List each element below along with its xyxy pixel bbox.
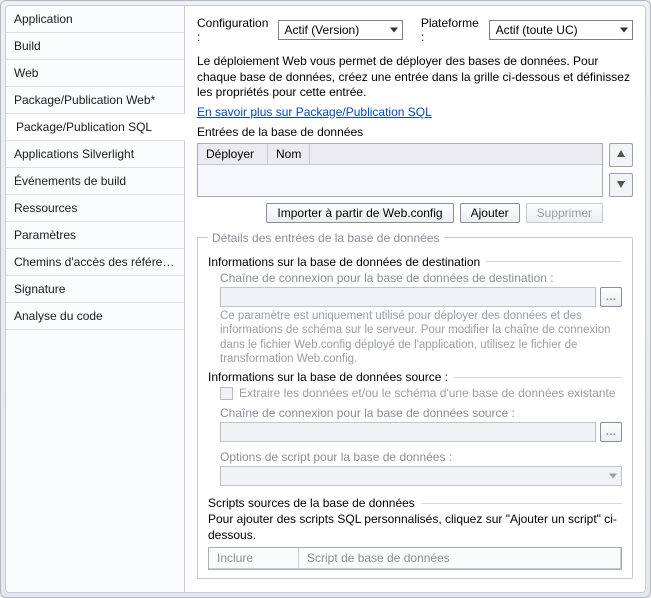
- details-legend: Détails des entrées de la base de donnée…: [208, 231, 444, 245]
- sidebar-item-settings[interactable]: Paramètres: [6, 222, 184, 249]
- dest-conn-hint: Ce paramètre est uniquement utilisé pour…: [220, 309, 622, 367]
- sidebar-nav: Application Build Web Package/Publicatio…: [5, 5, 185, 593]
- dest-heading: Informations sur la base de données de d…: [208, 255, 480, 269]
- move-up-button[interactable]: [609, 143, 633, 167]
- db-entries-label: Entrées de la base de données: [197, 125, 633, 139]
- content-panel: Configuration : Actif (Version) Platefor…: [185, 5, 646, 593]
- chevron-down-icon: [620, 28, 628, 33]
- sidebar-item-label: Build: [14, 39, 41, 53]
- move-down-button[interactable]: [609, 173, 633, 197]
- sidebar-item-label: Chemins d'accès des références: [14, 255, 184, 269]
- sidebar-item-label: Web: [14, 66, 38, 80]
- dest-conn-browse-button[interactable]: …: [600, 287, 622, 307]
- sidebar-item-label: Applications Silverlight: [14, 147, 134, 161]
- col-name: Nom: [268, 144, 310, 164]
- src-conn-browse-button[interactable]: …: [600, 422, 622, 442]
- configuration-label: Configuration :: [197, 16, 272, 44]
- divider: [486, 261, 622, 262]
- scripts-desc: Pour ajouter des scripts SQL personnalis…: [208, 512, 622, 543]
- src-conn-label: Chaîne de connexion pour la base de donn…: [220, 406, 622, 420]
- learn-more-link[interactable]: En savoir plus sur Package/Publication S…: [197, 105, 633, 119]
- extract-checkbox[interactable]: [220, 387, 233, 400]
- sidebar-item-label: Package/Publication Web*: [14, 93, 155, 107]
- src-heading: Informations sur la base de données sour…: [208, 370, 448, 384]
- platform-value: Actif (toute UC): [496, 23, 578, 37]
- scripts-grid[interactable]: Inclure Script de base de données: [208, 547, 622, 570]
- sidebar-item-application[interactable]: Application: [6, 6, 184, 33]
- sidebar-item-code-analysis[interactable]: Analyse du code: [6, 303, 184, 330]
- import-button[interactable]: Importer à partir de Web.config: [266, 203, 453, 223]
- src-conn-input[interactable]: [220, 422, 596, 442]
- src-options-label: Options de script pour la base de donnée…: [220, 450, 622, 464]
- platform-dropdown[interactable]: Actif (toute UC): [489, 20, 633, 40]
- sidebar-item-label: Signature: [14, 282, 65, 296]
- sidebar-item-package-sql[interactable]: Package/Publication SQL: [6, 114, 185, 141]
- script-options-dropdown[interactable]: [220, 466, 622, 486]
- dest-conn-label: Chaîne de connexion pour la base de donn…: [220, 271, 622, 285]
- divider: [454, 377, 622, 378]
- sidebar-item-label: Ressources: [14, 201, 77, 215]
- chevron-down-icon: [609, 474, 617, 479]
- col-deploy: Déployer: [198, 144, 268, 164]
- sidebar-item-signing[interactable]: Signature: [6, 276, 184, 303]
- ellipsis-icon: …: [606, 426, 617, 438]
- sidebar-item-silverlight[interactable]: Applications Silverlight: [6, 141, 184, 168]
- col-include: Inclure: [209, 548, 299, 569]
- intro-text: Le déploiement Web vous permet de déploy…: [197, 54, 633, 101]
- sidebar-item-label: Analyse du code: [14, 309, 103, 323]
- col-script: Script de base de données: [299, 548, 621, 569]
- configuration-value: Actif (Version): [285, 23, 360, 37]
- ellipsis-icon: …: [606, 291, 617, 303]
- details-fieldset: Détails des entrées de la base de donnée…: [197, 231, 633, 580]
- sidebar-item-build-events[interactable]: Événements de build: [6, 168, 184, 195]
- db-entries-grid[interactable]: Déployer Nom: [197, 143, 603, 197]
- chevron-down-icon: [390, 28, 398, 33]
- scripts-heading: Scripts sources de la base de données: [208, 496, 415, 510]
- sidebar-item-package-web[interactable]: Package/Publication Web*: [6, 87, 184, 114]
- divider: [421, 503, 622, 504]
- sidebar-item-label: Événements de build: [14, 174, 126, 188]
- arrow-down-icon: [616, 178, 626, 192]
- add-button[interactable]: Ajouter: [460, 203, 520, 223]
- sidebar-item-build[interactable]: Build: [6, 33, 184, 60]
- remove-button[interactable]: Supprimer: [526, 203, 603, 223]
- dest-conn-input[interactable]: [220, 287, 596, 307]
- platform-label: Plateforme :: [421, 16, 483, 44]
- sidebar-item-label: Paramètres: [14, 228, 76, 242]
- arrow-up-icon: [616, 148, 626, 162]
- extract-label: Extraire les données et/ou le schéma d'u…: [239, 386, 616, 400]
- sidebar-item-label: Package/Publication SQL: [16, 120, 152, 134]
- sidebar-item-label: Application: [14, 12, 73, 26]
- sidebar-item-resources[interactable]: Ressources: [6, 195, 184, 222]
- sidebar-item-web[interactable]: Web: [6, 60, 184, 87]
- configuration-dropdown[interactable]: Actif (Version): [278, 20, 403, 40]
- sidebar-item-reference-paths[interactable]: Chemins d'accès des références: [6, 249, 184, 276]
